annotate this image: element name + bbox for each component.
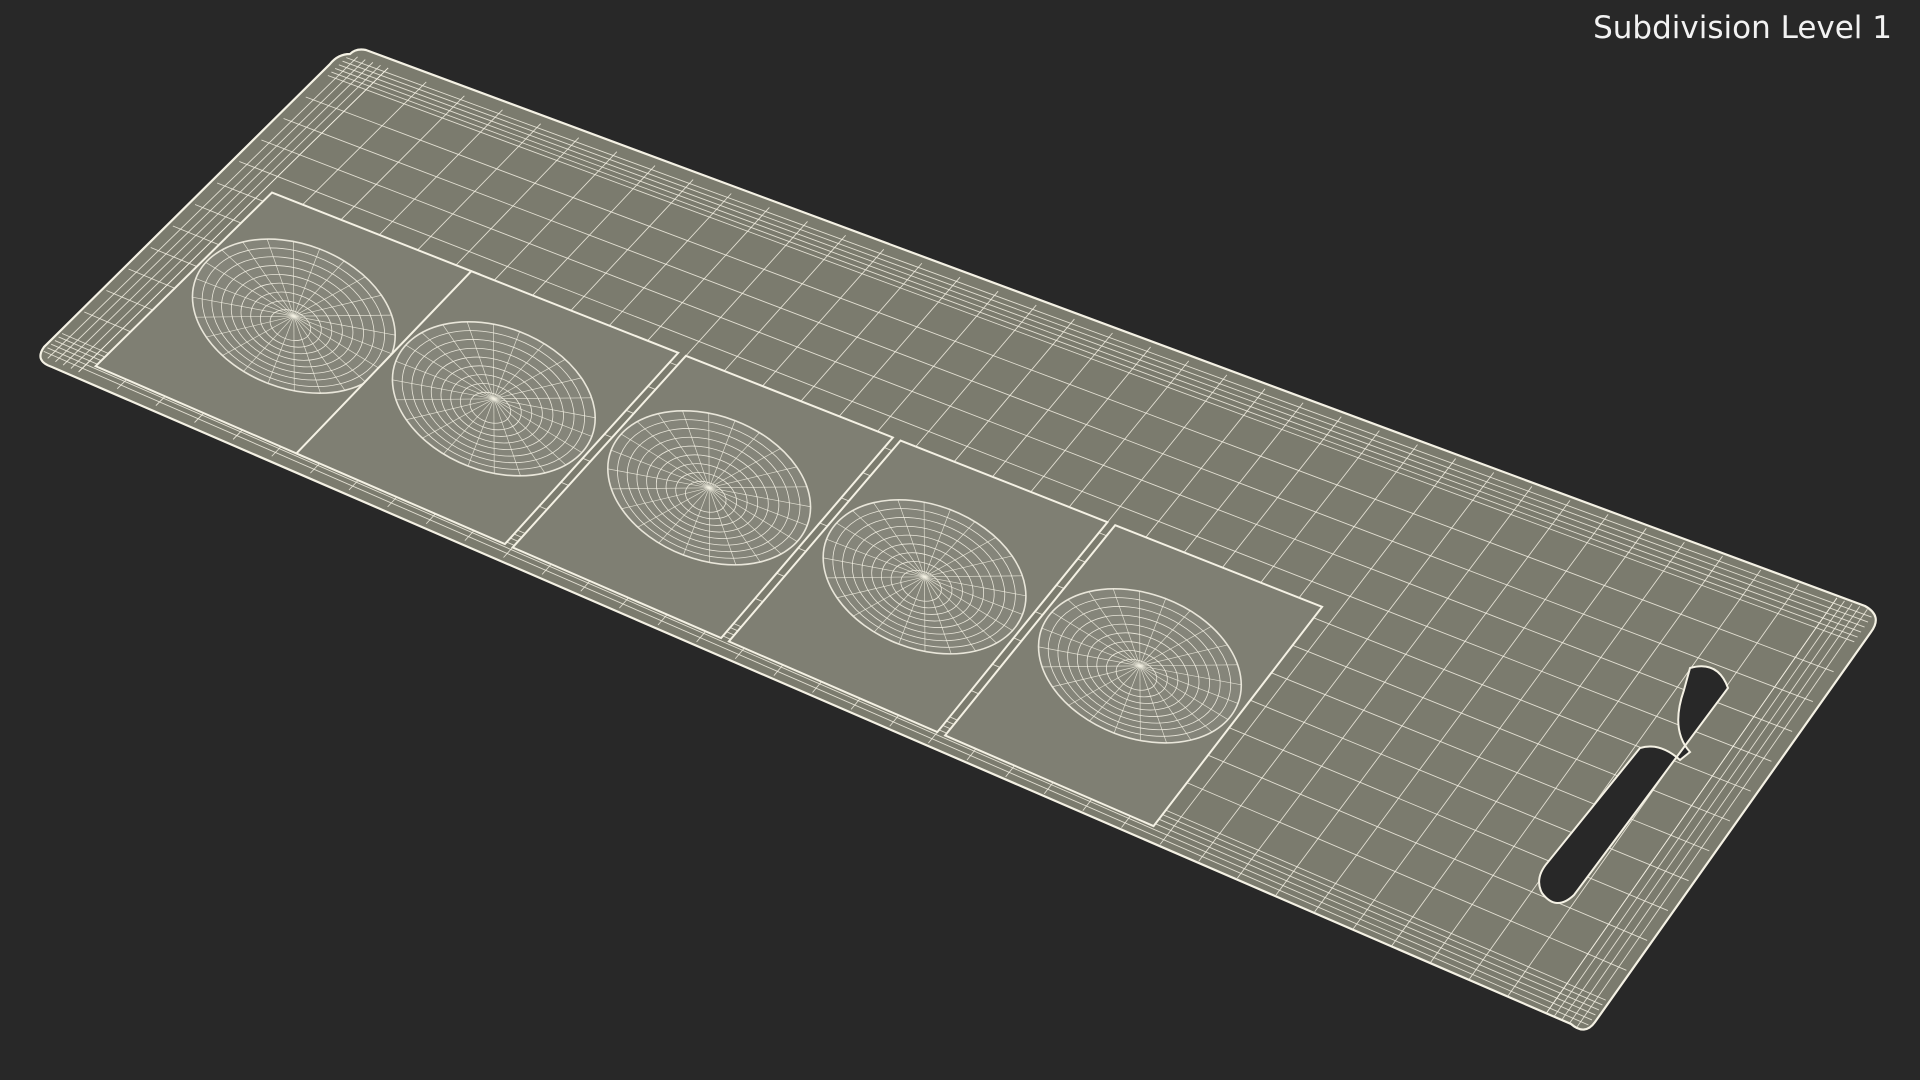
wireframe-render [39, 48, 1877, 1031]
render-viewport: Subdivision Level 1 [0, 0, 1920, 1080]
subdivision-level-label: Subdivision Level 1 [1593, 10, 1892, 46]
blister-card [39, 48, 1877, 1031]
